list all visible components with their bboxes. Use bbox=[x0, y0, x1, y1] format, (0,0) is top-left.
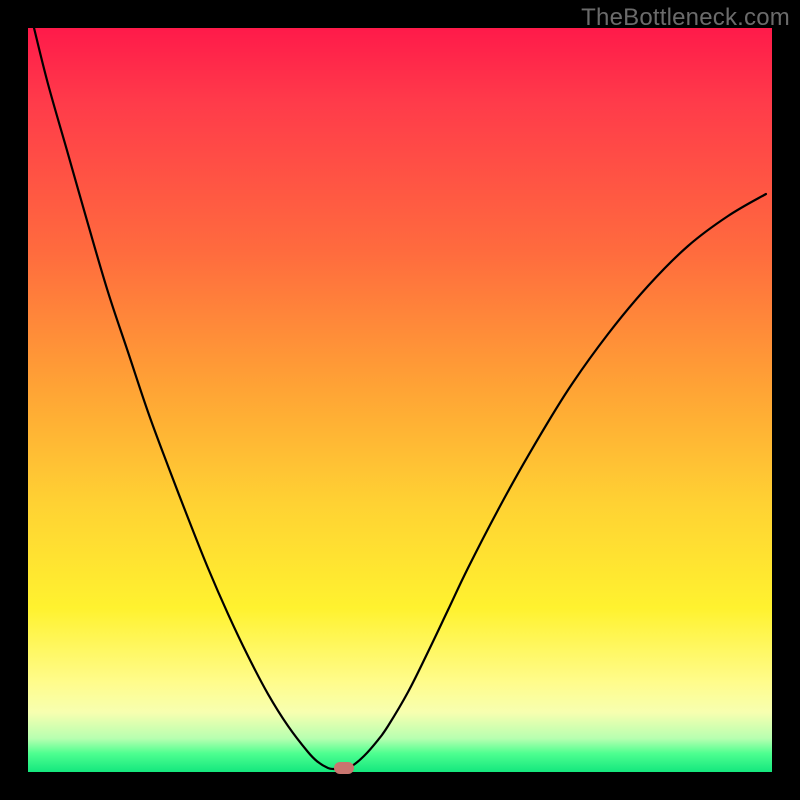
curve-path bbox=[34, 28, 766, 769]
minimum-marker bbox=[334, 762, 354, 774]
bottleneck-curve bbox=[28, 28, 772, 772]
plot-area bbox=[28, 28, 772, 772]
chart-frame: TheBottleneck.com bbox=[0, 0, 800, 800]
